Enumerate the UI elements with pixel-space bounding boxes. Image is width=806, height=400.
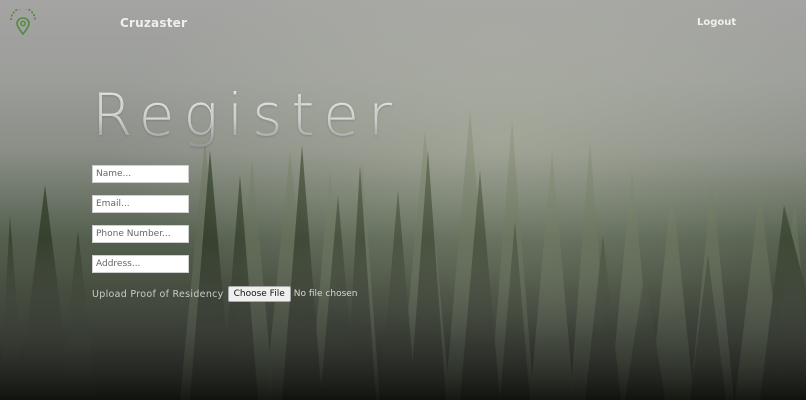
map-pin-logo-icon[interactable] xyxy=(8,7,38,39)
upload-row: Upload Proof of Residency Choose File No… xyxy=(92,285,492,303)
register-form: Upload Proof of Residency Choose File No… xyxy=(92,165,492,303)
brand-name[interactable]: Cruzaster xyxy=(120,16,187,30)
page-title: Register xyxy=(92,81,401,149)
name-input[interactable] xyxy=(92,165,189,183)
upload-proof-label: Upload Proof of Residency xyxy=(92,288,224,300)
email-input[interactable] xyxy=(92,195,189,213)
phone-number-input[interactable] xyxy=(92,225,189,243)
register-page: Cruzaster Logout Register Upload Proof o… xyxy=(0,0,806,400)
logout-link[interactable]: Logout xyxy=(697,17,736,28)
address-input[interactable] xyxy=(92,255,189,273)
navbar: Cruzaster Logout xyxy=(0,0,806,46)
choose-file-button[interactable]: Choose File xyxy=(227,286,291,302)
file-status-text: No file chosen xyxy=(293,289,358,299)
